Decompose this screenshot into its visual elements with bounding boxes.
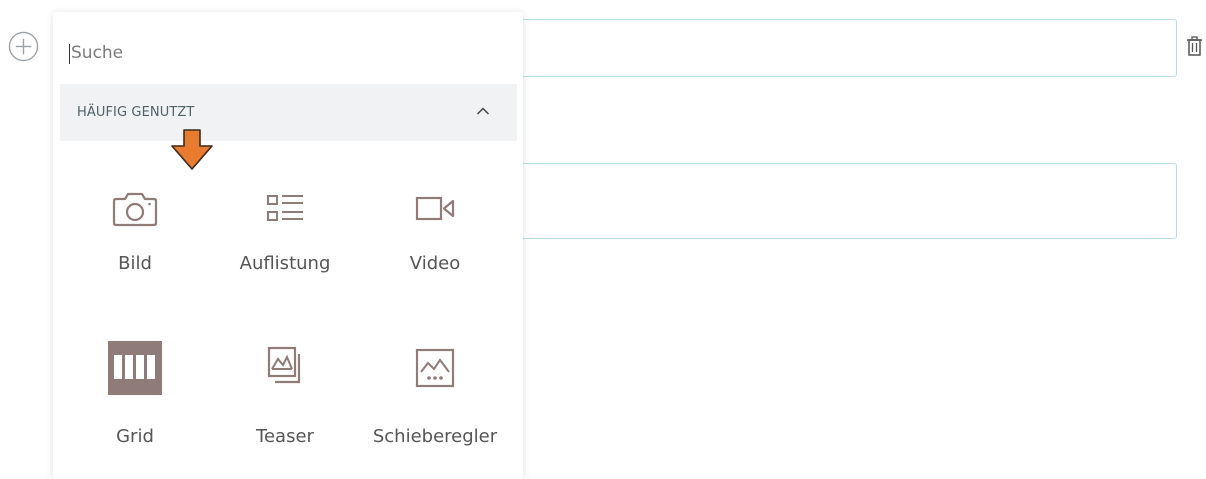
block-inserter-popover: HÄUFIG GENUTZT Bild Auflistun — [53, 12, 523, 479]
block-label: Bild — [118, 253, 152, 274]
block-grid[interactable]: Grid — [60, 341, 210, 456]
editor-field-2[interactable] — [503, 163, 1177, 239]
block-label: Video — [409, 253, 461, 274]
editor-field-1[interactable] — [503, 19, 1177, 77]
block-auflistung[interactable]: Auflistung — [210, 187, 360, 297]
text-cursor — [69, 44, 70, 64]
search-input[interactable] — [69, 36, 491, 70]
list-icon — [210, 187, 360, 231]
block-bild[interactable]: Bild — [60, 187, 210, 297]
block-label: Schieberegler — [372, 426, 498, 447]
block-teaser[interactable]: Teaser — [210, 346, 360, 456]
camera-icon — [60, 187, 210, 231]
block-video[interactable]: Video — [360, 187, 510, 297]
section-header-frequently-used[interactable]: HÄUFIG GENUTZT — [60, 84, 517, 141]
block-label: Auflistung — [239, 253, 331, 274]
pointer-arrow-icon — [171, 129, 213, 170]
slider-icon — [360, 346, 510, 390]
block-schieberegler[interactable]: Schieberegler — [360, 346, 510, 456]
search-area — [53, 12, 523, 82]
chevron-up-icon[interactable] — [476, 106, 490, 116]
video-icon — [360, 187, 510, 231]
block-label: Grid — [116, 426, 154, 447]
add-block-icon[interactable] — [8, 31, 39, 62]
block-label: Teaser — [256, 426, 314, 447]
teaser-icon — [210, 346, 360, 390]
trash-icon[interactable] — [1186, 36, 1203, 56]
grid-icon — [60, 341, 210, 395]
section-title: HÄUFIG GENUTZT — [77, 105, 195, 120]
